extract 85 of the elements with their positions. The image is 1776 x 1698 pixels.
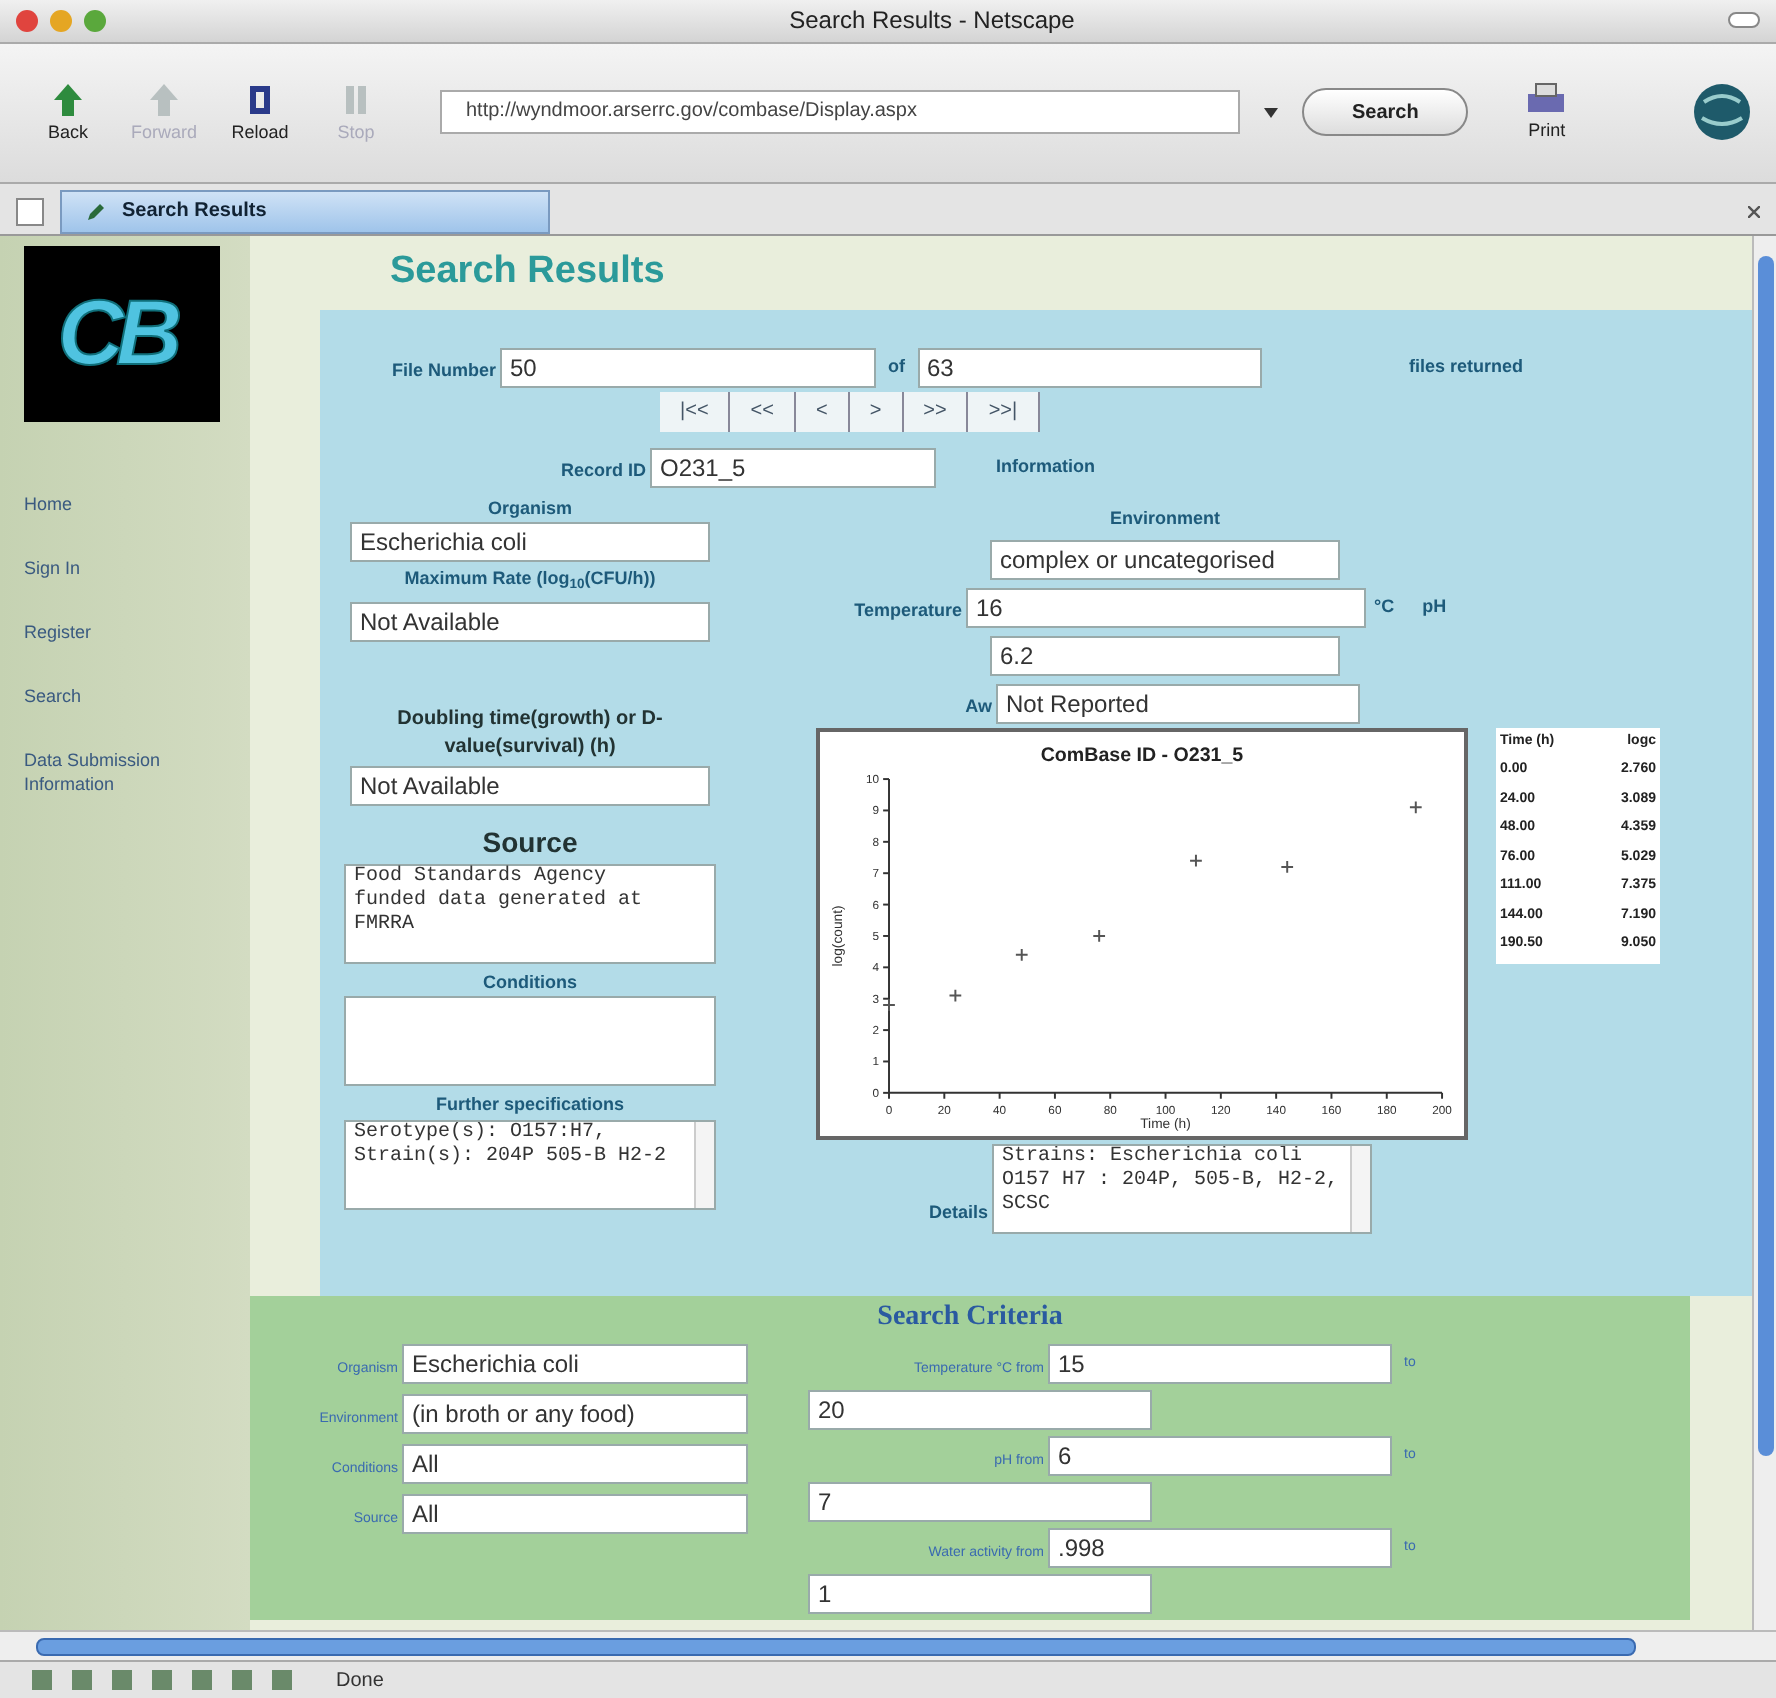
sidebar-toggle-icon[interactable] [16, 197, 44, 226]
data-point [948, 988, 963, 1003]
temperature-field[interactable]: 16 [966, 587, 1366, 628]
max-rate-field[interactable]: Not Available [350, 601, 710, 642]
vertical-scrollbar[interactable] [1752, 235, 1776, 1631]
pager-button[interactable]: >> [903, 391, 969, 432]
criteria-from-field[interactable]: 15 [1048, 1343, 1392, 1384]
field-label: Information [996, 454, 1095, 481]
field-label: of [888, 354, 905, 381]
pager-button[interactable]: |<< [660, 391, 731, 432]
field-label: Aw [965, 695, 992, 716]
field-label: Conditions [483, 969, 577, 996]
pager-button[interactable]: > [849, 391, 904, 432]
browser-tab[interactable]: Search Results [60, 189, 550, 234]
page-title: Search Results [390, 248, 665, 297]
record-id-field[interactable]: O231_5 [650, 447, 936, 488]
pager-button[interactable]: << [730, 391, 796, 432]
logo[interactable]: CB [24, 245, 220, 422]
close-button[interactable] [16, 9, 38, 32]
criteria-from-field[interactable]: .998 [1048, 1527, 1392, 1568]
printer-icon [1524, 81, 1569, 118]
ph-field[interactable]: 6.2 [990, 635, 1340, 676]
field-label: Temperature [854, 599, 962, 620]
criteria-to-field[interactable]: 7 [808, 1481, 1152, 1522]
conditions-text-area[interactable] [344, 996, 716, 1087]
field-label: File Number [391, 359, 496, 380]
field-label: files returned [1409, 354, 1524, 381]
close-tab-icon[interactable] [1748, 205, 1760, 218]
criteria-field[interactable]: (in broth or any food) [402, 1393, 748, 1434]
field-label: Maximum Rate (log$_{10}$(CFU/h)) [404, 566, 656, 594]
criteria-to-field[interactable]: 20 [808, 1389, 1152, 1430]
criteria-to-field[interactable]: 1 [808, 1573, 1152, 1614]
field-label: Organism [487, 495, 572, 522]
status-text: Done [336, 1667, 384, 1695]
source-text-area[interactable]: Food Standards Agency funded data generated at FMRRA [344, 863, 716, 964]
scrollbar-icon[interactable] [694, 1121, 714, 1208]
chart-title: ComBase ID - O231_5 [1040, 745, 1244, 768]
nav-link[interactable]: Data Submission Information [24, 747, 164, 796]
nav-link[interactable]: Sign In [24, 555, 164, 580]
data-point [1189, 853, 1203, 868]
minimize-button[interactable] [50, 9, 72, 32]
nav-link[interactable]: Register [24, 619, 164, 644]
total-files-field[interactable]: 63 [917, 347, 1261, 388]
data-point [1014, 947, 1029, 962]
scrollbar-icon[interactable] [1350, 1145, 1370, 1232]
further-specifications-text-area[interactable]: Serotype(s): O157:H7, Strain(s): 204P 505-B H2-2 [344, 1119, 716, 1210]
dropdown-caret-icon[interactable] [1264, 107, 1278, 118]
pencil-icon [86, 201, 106, 222]
pager-button[interactable]: >>| [968, 391, 1040, 432]
criteria-from-field[interactable]: 6 [1048, 1435, 1392, 1476]
reload-button[interactable]: Reload [216, 79, 304, 147]
zoom-button[interactable] [84, 9, 106, 32]
back-button[interactable]: Back [24, 79, 112, 147]
field-label: Doubling time(growth) or D-value(survival) (h) [395, 705, 665, 762]
address-field[interactable]: http://wyndmoor.arserrc.gov/combase/Display.aspx [440, 90, 1240, 135]
criteria-field[interactable]: All [402, 1493, 748, 1534]
field-label: Details [928, 1201, 988, 1222]
data-point [882, 997, 896, 1012]
pager-button[interactable]: < [795, 391, 850, 432]
window-title: Search Results - Netscape [787, 4, 1077, 39]
nav-link[interactable]: Search [24, 683, 164, 708]
globe-logo-icon[interactable] [1692, 82, 1752, 143]
section-heading: Source [482, 823, 578, 862]
data-point [1092, 928, 1107, 943]
data-point [1408, 800, 1423, 814]
data-point [1280, 859, 1295, 874]
environment-field[interactable]: complex or uncategorised [990, 539, 1340, 580]
horizontal-scrollbar[interactable] [0, 1630, 1776, 1661]
nav-link[interactable]: Home [24, 491, 164, 516]
file-number-field[interactable]: 50 [500, 347, 876, 388]
print-button[interactable]: Print [1524, 81, 1569, 145]
field-label: Record ID [560, 459, 646, 480]
field-label: Environment [1109, 507, 1220, 528]
aw-field[interactable]: Not Reported [996, 683, 1360, 724]
search-button[interactable]: Search [1302, 88, 1469, 137]
field-label: Further specifications [435, 1092, 625, 1119]
field-label: °C [1374, 594, 1395, 621]
section-heading: Search Criteria [875, 1299, 1065, 1336]
doubling-time-field[interactable]: Not Available [350, 765, 710, 806]
organism-field[interactable]: Escherichia coli [350, 522, 710, 563]
field-label: pH [1422, 594, 1447, 621]
criteria-field[interactable]: Escherichia coli [402, 1343, 748, 1384]
toolbar-toggle-button[interactable] [1728, 12, 1760, 29]
criteria-field[interactable]: All [402, 1443, 748, 1484]
details-text-area[interactable]: Strains: Escherichia coli O157 H7 : 204P, 505-B, H2-2, SCSC [992, 1143, 1372, 1234]
